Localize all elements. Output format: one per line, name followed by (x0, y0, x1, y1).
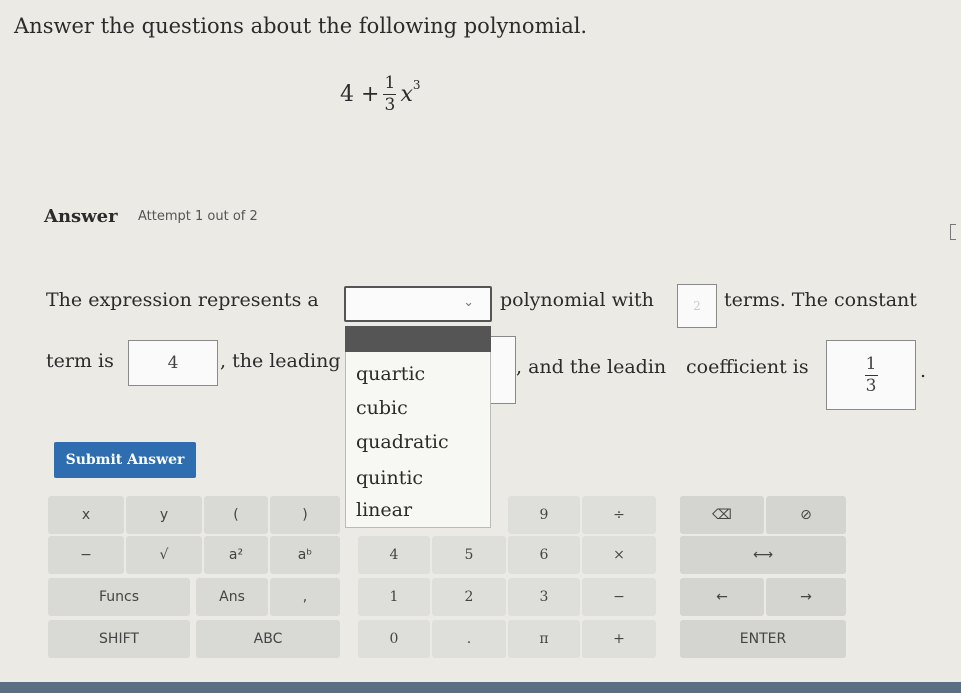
chevron-down-icon: ⌄ (463, 295, 474, 310)
key-plus[interactable]: + (582, 620, 656, 658)
key-left-arrow[interactable]: ← (680, 578, 764, 616)
key-1[interactable]: 1 (358, 578, 430, 616)
key-0[interactable]: 0 (358, 620, 430, 658)
side-tab[interactable] (950, 224, 956, 240)
formula-lead: 4 + (340, 82, 380, 107)
key-shift[interactable]: SHIFT (48, 620, 190, 658)
clear-key[interactable]: ⊘ (766, 496, 846, 534)
key-5[interactable]: 5 (432, 536, 506, 574)
leading-term-input[interactable] (488, 336, 516, 404)
option-cubic[interactable]: cubic (356, 397, 408, 419)
polynomial-formula: 4 + 1 3 x 3 (340, 75, 421, 114)
coefficient-input[interactable]: 1 3 (826, 340, 916, 410)
coef-numerator: 1 (865, 353, 877, 374)
sentence-part-1: The expression represents a (46, 289, 319, 311)
coef-denominator: 3 (865, 375, 877, 396)
key-y[interactable]: y (126, 496, 202, 534)
key-multiply[interactable]: × (582, 536, 656, 574)
polynomial-type-dropdown[interactable]: ⌄ (344, 286, 492, 322)
key-enter[interactable]: ENTER (680, 620, 846, 658)
sentence-part-7: coefficient is (686, 356, 809, 378)
option-quadratic[interactable]: quadratic (356, 431, 449, 453)
formula-fraction: 1 3 (383, 73, 397, 115)
key-sqrt[interactable]: √ (126, 536, 202, 574)
constant-input[interactable]: 4 (128, 340, 218, 386)
formula-numerator: 1 (384, 73, 396, 93)
key-divide[interactable]: ÷ (582, 496, 656, 534)
key-ans[interactable]: Ans (196, 578, 268, 616)
constant-value: 4 (167, 353, 179, 373)
key-2[interactable]: 2 (432, 578, 506, 616)
sentence-part-8: . (920, 360, 927, 382)
sentence-part-3: terms. The constant (724, 289, 917, 311)
submit-answer-button[interactable]: Submit Answer (54, 442, 196, 478)
key-pi[interactable]: π (508, 620, 580, 658)
key-right-arrow[interactable]: → (766, 578, 846, 616)
option-quartic[interactable]: quartic (356, 363, 425, 385)
sentence-part-2: polynomial with (500, 289, 654, 311)
key-6[interactable]: 6 (508, 536, 580, 574)
question-text: Answer the questions about the following… (14, 14, 588, 38)
key-square[interactable]: a² (204, 536, 268, 574)
sentence-part-5: , the leading (220, 350, 341, 372)
key-abc[interactable]: ABC (196, 620, 340, 658)
key-minus[interactable]: − (48, 536, 124, 574)
formula-exponent: 3 (412, 77, 421, 92)
key-4[interactable]: 4 (358, 536, 430, 574)
backspace-key[interactable]: ⌫ (680, 496, 764, 534)
key-open-paren[interactable]: ( (204, 496, 268, 534)
formula-variable: x (400, 82, 413, 107)
dropdown-highlight (345, 326, 491, 352)
sentence-part-6: , and the leadin (516, 356, 667, 378)
taskbar (0, 682, 961, 693)
sentence-part-4: term is (46, 350, 114, 372)
key-close-paren[interactable]: ) (270, 496, 340, 534)
key-comma[interactable]: , (270, 578, 340, 616)
formula-denominator: 3 (384, 95, 396, 115)
key-funcs[interactable]: Funcs (48, 578, 190, 616)
option-linear[interactable]: linear (356, 499, 412, 521)
option-quintic[interactable]: quintic (356, 467, 423, 489)
coefficient-fraction: 1 3 (864, 353, 878, 396)
key-subtract[interactable]: − (582, 578, 656, 616)
terms-value: 2 (693, 299, 701, 313)
key-3[interactable]: 3 (508, 578, 580, 616)
dropdown-menu: quartic cubic quadratic quintic linear (345, 328, 491, 528)
attempt-counter: Attempt 1 out of 2 (138, 209, 258, 224)
answer-heading: Answer (44, 206, 118, 227)
key-decimal[interactable]: . (432, 620, 506, 658)
key-9[interactable]: 9 (508, 496, 580, 534)
key-x[interactable]: x (48, 496, 124, 534)
terms-input[interactable]: 2 (677, 284, 717, 328)
key-toggle[interactable]: ⟷ (680, 536, 846, 574)
key-power[interactable]: aᵇ (270, 536, 340, 574)
